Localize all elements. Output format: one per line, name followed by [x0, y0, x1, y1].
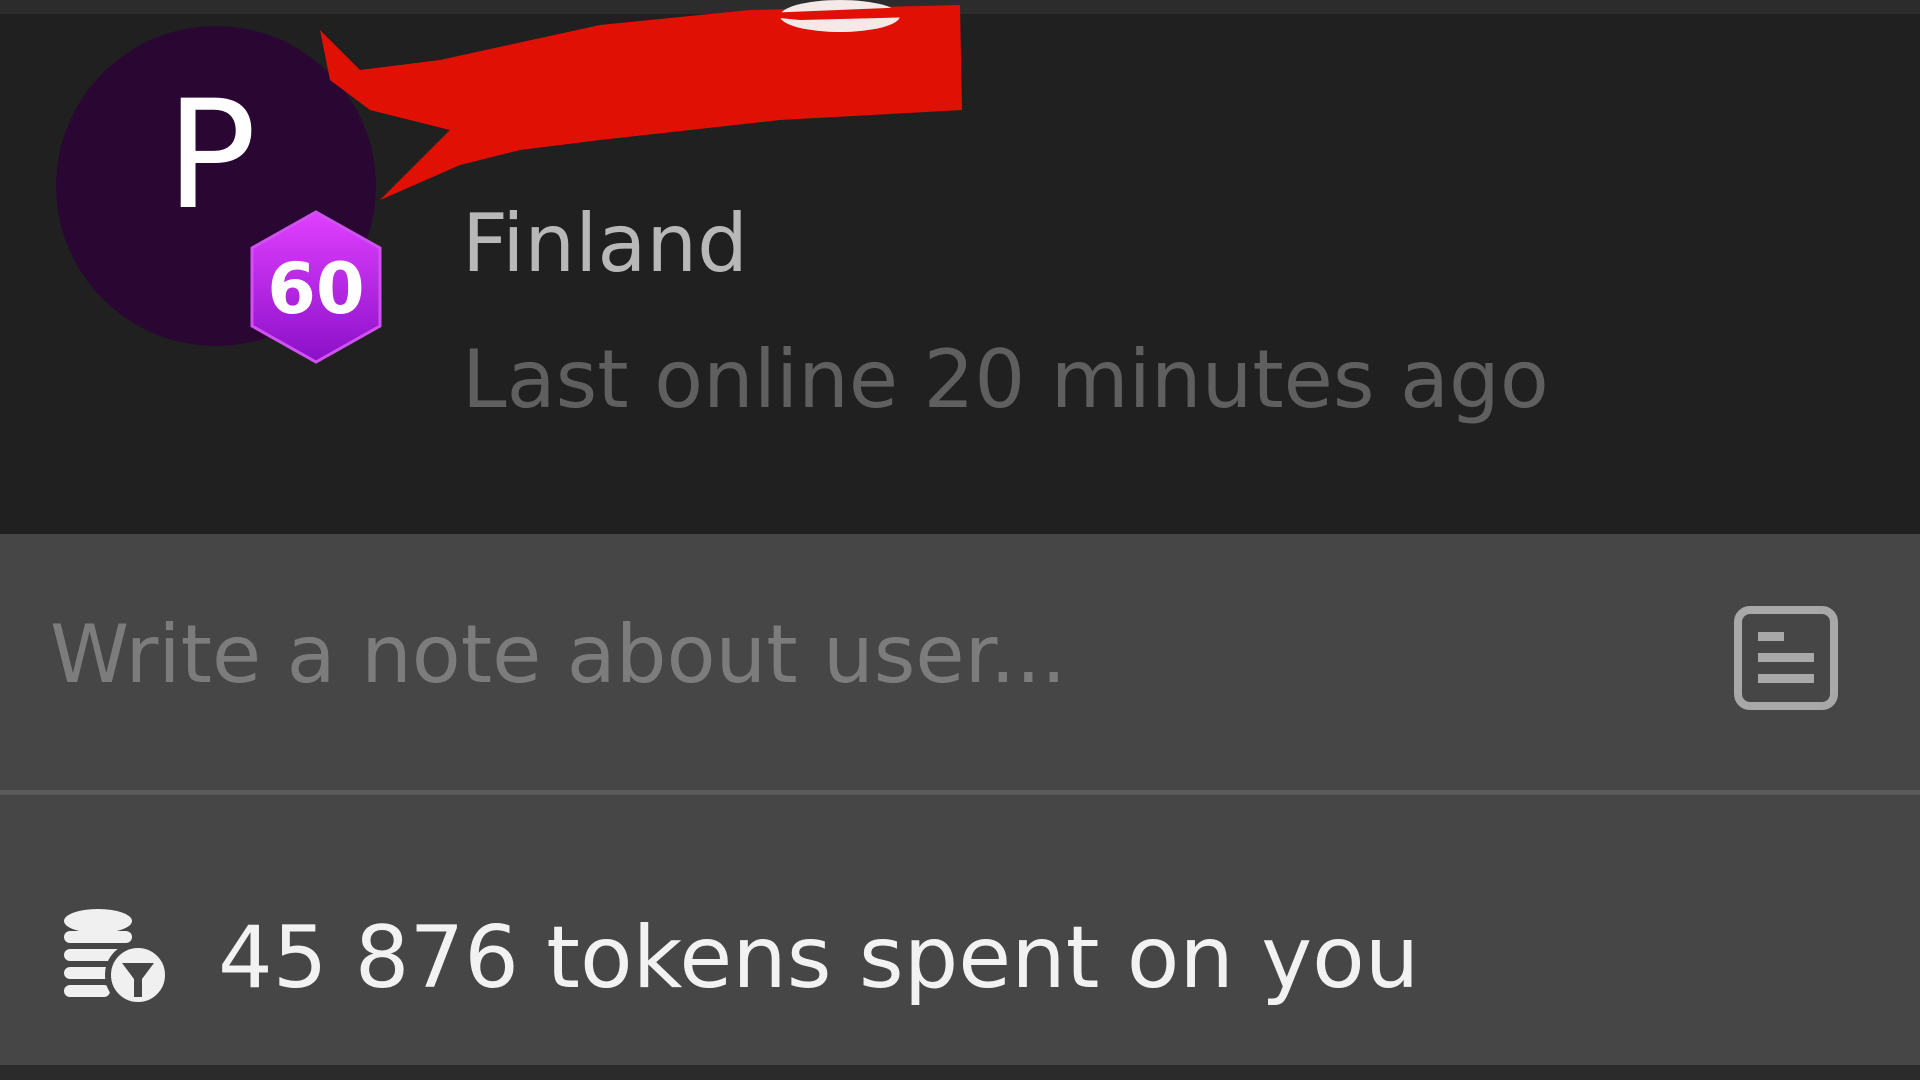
last-online-status: Last online 20 minutes ago [462, 333, 1549, 426]
note-row [0, 534, 1920, 790]
user-profile-screen: P 60 nalle77 Finland Last online 20 minu… [0, 0, 1920, 1080]
profile-header: P 60 nalle77 Finland Last online 20 minu… [0, 0, 1920, 534]
note-icon[interactable] [1734, 606, 1838, 710]
coins-icon [64, 909, 170, 1008]
redaction-mark [320, 0, 962, 200]
note-input[interactable] [50, 594, 1670, 714]
bottom-strip [0, 1065, 1920, 1080]
country-label: Finland [462, 197, 748, 290]
level-badge: 60 [244, 208, 388, 366]
level-number: 60 [267, 248, 365, 330]
avatar-letter: P [166, 69, 257, 243]
tokens-spent-text: 45 876 tokens spent on you [218, 908, 1420, 1008]
stats-row: 45 876 tokens spent on you [0, 795, 1920, 1065]
